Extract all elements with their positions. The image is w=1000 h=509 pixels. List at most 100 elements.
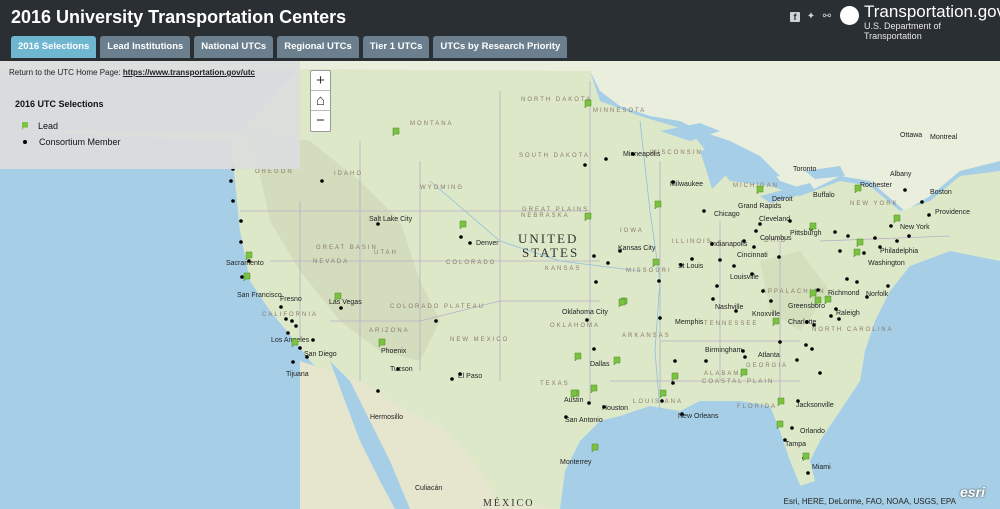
consortium-member-marker[interactable] [838, 249, 842, 253]
consortium-member-marker[interactable] [761, 289, 765, 293]
consortium-member-marker[interactable] [718, 258, 722, 262]
consortium-member-marker[interactable] [846, 234, 850, 238]
consortium-member-marker[interactable] [855, 280, 859, 284]
lead-institution-marker[interactable] [659, 389, 667, 399]
consortium-member-marker[interactable] [284, 317, 288, 321]
lead-institution-marker[interactable] [378, 338, 386, 348]
lead-institution-marker[interactable] [245, 251, 253, 261]
lead-institution-marker[interactable] [574, 352, 582, 362]
consortium-member-marker[interactable] [594, 280, 598, 284]
consortium-member-marker[interactable] [247, 259, 251, 263]
lead-institution-marker[interactable] [856, 238, 864, 248]
consortium-member-marker[interactable] [833, 230, 837, 234]
consortium-member-marker[interactable] [742, 239, 746, 243]
consortium-member-marker[interactable] [679, 263, 683, 267]
consortium-member-marker[interactable] [458, 372, 462, 376]
lead-institution-marker[interactable] [334, 292, 342, 302]
lead-institution-marker[interactable] [824, 295, 832, 305]
consortium-member-marker[interactable] [873, 236, 877, 240]
consortium-member-marker[interactable] [583, 163, 587, 167]
consortium-member-marker[interactable] [818, 371, 822, 375]
lead-institution-marker[interactable] [893, 214, 901, 224]
consortium-member-marker[interactable] [834, 307, 838, 311]
home-button[interactable]: ⌂ [311, 91, 330, 111]
consortium-member-marker[interactable] [845, 277, 849, 281]
consortium-member-marker[interactable] [886, 284, 890, 288]
consortium-member-marker[interactable] [680, 412, 684, 416]
consortium-member-marker[interactable] [837, 317, 841, 321]
consortium-member-marker[interactable] [778, 340, 782, 344]
consortium-member-marker[interactable] [592, 254, 596, 258]
lead-institution-marker[interactable] [809, 222, 817, 232]
consortium-member-marker[interactable] [294, 324, 298, 328]
consortium-member-marker[interactable] [895, 239, 899, 243]
brand-name[interactable]: Transportation.gov [864, 2, 1000, 22]
consortium-member-marker[interactable] [311, 338, 315, 342]
link-icon[interactable]: ⚯ [822, 12, 832, 22]
lead-institution-marker[interactable] [584, 212, 592, 222]
consortium-member-marker[interactable] [376, 222, 380, 226]
consortium-member-marker[interactable] [657, 279, 661, 283]
consortium-member-marker[interactable] [865, 295, 869, 299]
consortium-member-marker[interactable] [631, 152, 635, 156]
consortium-member-marker[interactable] [450, 377, 454, 381]
consortium-member-marker[interactable] [671, 180, 675, 184]
lead-institution-marker[interactable] [814, 296, 822, 306]
lead-institution-marker[interactable] [756, 185, 764, 195]
consortium-member-marker[interactable] [903, 188, 907, 192]
utc-home-link[interactable]: https://www.transportation.gov/utc [123, 68, 255, 77]
lead-institution-marker[interactable] [671, 372, 679, 382]
consortium-member-marker[interactable] [602, 405, 606, 409]
consortium-member-marker[interactable] [878, 245, 882, 249]
lead-institution-marker[interactable] [853, 248, 861, 258]
lead-institution-marker[interactable] [613, 356, 621, 366]
consortium-member-marker[interactable] [286, 331, 290, 335]
consortium-member-marker[interactable] [468, 241, 472, 245]
lead-institution-marker[interactable] [777, 397, 785, 407]
lead-institution-marker[interactable] [776, 420, 784, 430]
consortium-member-marker[interactable] [795, 358, 799, 362]
consortium-member-marker[interactable] [806, 471, 810, 475]
tab-utcs-by-research-priority[interactable]: UTCs by Research Priority [433, 36, 568, 58]
consortium-member-marker[interactable] [671, 381, 675, 385]
consortium-member-marker[interactable] [231, 199, 235, 203]
consortium-member-marker[interactable] [434, 319, 438, 323]
consortium-member-marker[interactable] [279, 305, 283, 309]
lead-institution-marker[interactable] [740, 368, 748, 378]
consortium-member-marker[interactable] [339, 306, 343, 310]
consortium-member-marker[interactable] [754, 229, 758, 233]
twitter-icon[interactable]: ✦ [806, 12, 816, 22]
zoom-in-button[interactable]: + [311, 71, 330, 91]
consortium-member-marker[interactable] [790, 426, 794, 430]
consortium-member-marker[interactable] [587, 401, 591, 405]
lead-institution-marker[interactable] [392, 127, 400, 137]
consortium-member-marker[interactable] [715, 284, 719, 288]
consortium-member-marker[interactable] [810, 347, 814, 351]
lead-institution-marker[interactable] [802, 452, 810, 462]
consortium-member-marker[interactable] [592, 347, 596, 351]
consortium-member-marker[interactable] [710, 242, 714, 246]
consortium-member-marker[interactable] [291, 360, 295, 364]
lead-institution-marker[interactable] [243, 272, 251, 282]
consortium-member-marker[interactable] [290, 319, 294, 323]
consortium-member-marker[interactable] [777, 255, 781, 259]
lead-institution-marker[interactable] [590, 384, 598, 394]
lead-institution-marker[interactable] [854, 184, 862, 194]
consortium-member-marker[interactable] [907, 234, 911, 238]
consortium-member-marker[interactable] [889, 224, 893, 228]
lead-institution-marker[interactable] [652, 258, 660, 268]
consortium-member-marker[interactable] [376, 389, 380, 393]
consortium-member-marker[interactable] [459, 235, 463, 239]
consortium-member-marker[interactable] [752, 245, 756, 249]
consortium-member-marker[interactable] [783, 438, 787, 442]
consortium-member-marker[interactable] [239, 240, 243, 244]
consortium-member-marker[interactable] [741, 349, 745, 353]
lead-institution-marker[interactable] [654, 200, 662, 210]
consortium-member-marker[interactable] [239, 219, 243, 223]
consortium-member-marker[interactable] [396, 367, 400, 371]
consortium-member-marker[interactable] [816, 288, 820, 292]
consortium-member-marker[interactable] [796, 399, 800, 403]
consortium-member-marker[interactable] [704, 359, 708, 363]
lead-institution-marker[interactable] [291, 338, 299, 348]
consortium-member-marker[interactable] [920, 200, 924, 204]
